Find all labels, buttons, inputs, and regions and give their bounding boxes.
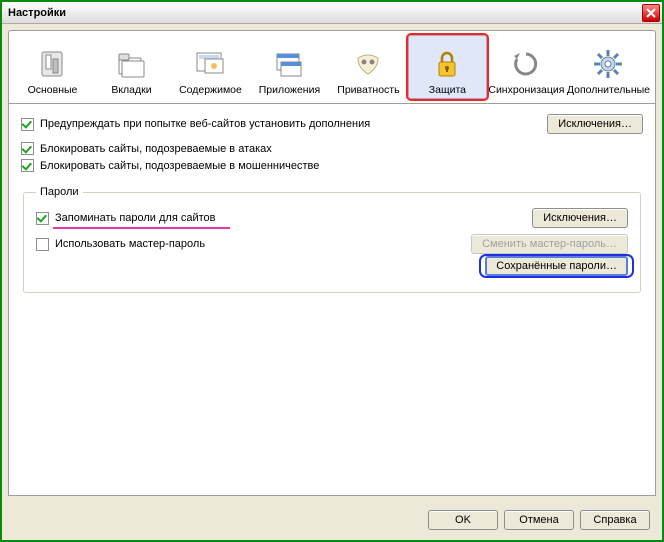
warn-addons-label: Предупреждать при попытке веб-сайтов уст… [40, 118, 370, 130]
remember-passwords-label: Запоминать пароли для сайтов [55, 212, 216, 224]
window-title: Настройки [8, 7, 66, 19]
lock-icon [431, 48, 463, 80]
master-password-checkbox[interactable] [36, 238, 49, 251]
tab-general[interactable]: Основные [13, 35, 92, 99]
close-button[interactable] [642, 4, 660, 22]
tab-security[interactable]: Защита [408, 35, 487, 99]
block-attack-checkbox[interactable] [21, 142, 34, 155]
dialog-footer: OK Отмена Справка [2, 502, 662, 540]
cancel-button[interactable]: Отмена [504, 510, 574, 530]
gear-icon [592, 48, 624, 80]
tab-privacy[interactable]: Приватность [329, 35, 408, 99]
apps-icon [273, 48, 305, 80]
passwords-legend: Пароли [36, 186, 83, 198]
titlebar: Настройки [2, 2, 662, 24]
tab-advanced[interactable]: Дополнительные [566, 35, 651, 99]
content-panel: Предупреждать при попытке веб-сайтов уст… [8, 104, 656, 496]
saved-passwords-button[interactable]: Сохранённые пароли… [485, 256, 628, 276]
help-button[interactable]: Справка [580, 510, 650, 530]
tabstrip: Основные Вкладки Содержимое Приложения П… [8, 30, 656, 104]
mask-icon [352, 48, 384, 80]
exceptions-addons-button[interactable]: Исключения… [547, 114, 643, 134]
tab-content[interactable]: Содержимое [171, 35, 250, 99]
block-attack-label: Блокировать сайты, подозреваемые в атака… [40, 143, 272, 155]
warn-addons-checkbox[interactable] [21, 118, 34, 131]
folder-icon [115, 48, 147, 80]
settings-window: Настройки Основные Вкладки Содержимое [0, 0, 664, 542]
ok-button[interactable]: OK [428, 510, 498, 530]
tab-applications[interactable]: Приложения [250, 35, 329, 99]
block-fraud-label: Блокировать сайты, подозреваемые в мошен… [40, 160, 319, 172]
content-icon [194, 48, 226, 80]
tab-sync[interactable]: Синхронизация [487, 35, 566, 99]
passwords-group: Пароли Запоминать пароли для сайтов Искл… [23, 186, 641, 293]
tab-tabs[interactable]: Вкладки [92, 35, 171, 99]
master-password-label: Использовать мастер-пароль [55, 238, 205, 250]
sync-icon [510, 48, 542, 80]
switch-icon [36, 48, 68, 80]
remember-passwords-checkbox[interactable] [36, 212, 49, 225]
exceptions-passwords-button[interactable]: Исключения… [532, 208, 628, 228]
change-master-button: Сменить мастер-пароль… [471, 234, 628, 254]
block-fraud-checkbox[interactable] [21, 159, 34, 172]
